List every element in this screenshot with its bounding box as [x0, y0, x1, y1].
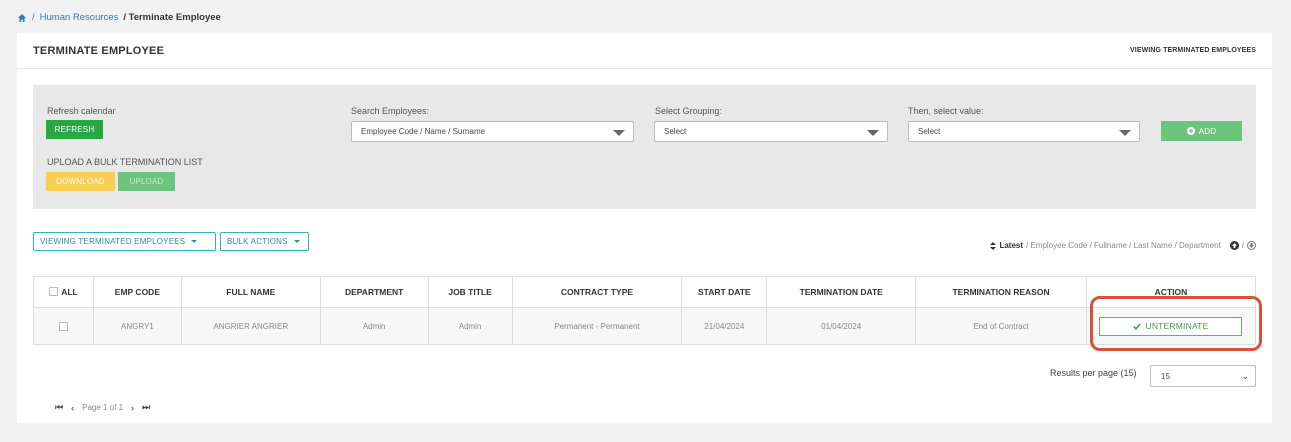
value-select[interactable]: Select — [908, 121, 1140, 142]
header-all[interactable]: ALL — [33, 276, 94, 308]
caret-down-icon — [613, 130, 625, 136]
header-start-date: START DATE — [681, 276, 768, 308]
bulk-actions-label: BULK ACTIONS — [227, 237, 288, 246]
grouping-select[interactable]: Select — [654, 121, 888, 142]
pagination: ⏮ ‹ Page 1 of 1 › ⏭ — [55, 402, 150, 413]
breadcrumb-current: / Terminate Employee — [123, 12, 221, 23]
filter-panel: Refresh calendar REFRESH UPLOAD A BULK T… — [33, 85, 1256, 209]
download-button[interactable]: DOWNLOAD — [46, 172, 115, 191]
header-full-name: FULL NAME — [180, 276, 321, 308]
breadcrumb: / Human Resources / Terminate Employee — [17, 12, 221, 23]
terminate-employee-card: TERMINATE EMPLOYEE VIEWING TERMINATED EM… — [17, 33, 1272, 423]
plus-circle-icon — [1186, 127, 1195, 135]
view-dropdown[interactable]: VIEWING TERMINATED EMPLOYEES — [33, 232, 216, 251]
upload-button[interactable]: UPLOAD — [118, 172, 175, 191]
cell-emp-code: ANGRY1 — [92, 307, 182, 345]
sort-icon — [990, 241, 997, 250]
results-per-page-value: 15 — [1161, 371, 1170, 381]
next-page-icon[interactable]: › — [131, 403, 134, 413]
cell-contract-type: Permanent - Permanent — [511, 307, 683, 345]
upload-bulk-label: UPLOAD A BULK TERMINATION LIST — [47, 157, 203, 167]
card-header: TERMINATE EMPLOYEE VIEWING TERMINATED EM… — [17, 33, 1272, 69]
cell-termination-date: 01/04/2024 — [766, 307, 917, 345]
caret-down-icon — [191, 240, 198, 243]
select-value-label: Then, select value: — [908, 106, 984, 116]
results-per-page-select[interactable]: 15 ⌄ — [1150, 365, 1256, 387]
select-grouping-label: Select Grouping: — [655, 106, 723, 116]
caret-down-icon — [867, 130, 879, 136]
view-subtitle: VIEWING TERMINATED EMPLOYEES — [1130, 47, 1256, 54]
row-checkbox[interactable] — [58, 321, 68, 331]
select-all-checkbox[interactable] — [49, 287, 59, 296]
results-per-page-label: Results per page (15) — [1050, 368, 1137, 378]
header-job-title: JOB TITLE — [427, 276, 513, 308]
header-contract-type: CONTRACT TYPE — [511, 276, 683, 308]
row-checkbox-cell — [33, 307, 94, 345]
last-page-icon[interactable]: ⏭ — [142, 402, 150, 413]
bulk-actions-dropdown[interactable]: BULK ACTIONS — [220, 232, 309, 251]
chevron-down-icon: ⌄ — [1241, 371, 1249, 381]
refresh-calendar-label: Refresh calendar — [47, 106, 116, 116]
cell-termination-reason: End of Contract — [915, 307, 1087, 345]
page-title: TERMINATE EMPLOYEE — [33, 44, 165, 57]
breadcrumb-separator: / — [32, 12, 35, 23]
terminated-employees-table: ALL EMP CODE FULL NAME DEPARTMENT JOB TI… — [33, 276, 1257, 345]
sort-direction-separator: / — [1241, 241, 1244, 250]
cell-job-title: Admin — [427, 307, 513, 345]
header-termination-reason: TERMINATION REASON — [915, 276, 1087, 308]
cell-start-date: 21/04/2024 — [681, 307, 768, 345]
header-department: DEPARTMENT — [319, 276, 429, 308]
caret-down-icon — [293, 240, 300, 243]
home-icon[interactable] — [17, 13, 27, 23]
search-employees-value: Employee Code / Name / Surname — [361, 127, 486, 136]
sort-bar: Latest / Employee Code / Fullname / Last… — [990, 241, 1256, 250]
sort-options[interactable]: / Employee Code / Fullname / Last Name /… — [1026, 241, 1221, 250]
search-employees-select[interactable]: Employee Code / Name / Surname — [351, 121, 634, 142]
cell-department: Admin — [319, 307, 429, 345]
add-button-label: ADD — [1198, 126, 1217, 136]
first-page-icon[interactable]: ⏮ — [55, 402, 63, 413]
arrow-up-circle-icon[interactable] — [1229, 241, 1239, 250]
refresh-button[interactable]: REFRESH — [46, 120, 103, 139]
previous-page-icon[interactable]: ‹ — [71, 403, 74, 413]
search-employees-label: Search Employees: — [351, 106, 430, 116]
breadcrumb-human-resources[interactable]: Human Resources — [40, 12, 119, 23]
table-row: ANGRY1 ANGRIER ANGRIER Admin Admin Perma… — [33, 307, 1257, 345]
add-button[interactable]: ADD — [1161, 121, 1242, 141]
table-header-row: ALL EMP CODE FULL NAME DEPARTMENT JOB TI… — [33, 276, 1257, 308]
highlight-outline — [1090, 296, 1262, 351]
caret-down-icon — [1119, 130, 1131, 136]
header-emp-code: EMP CODE — [92, 276, 182, 308]
header-termination-date: TERMINATION DATE — [766, 276, 917, 308]
value-select-value: Select — [918, 127, 941, 136]
sort-latest[interactable]: Latest — [999, 241, 1023, 250]
cell-full-name: ANGRIER ANGRIER — [180, 307, 321, 345]
grouping-value: Select — [664, 127, 687, 136]
arrow-down-circle-icon[interactable] — [1247, 241, 1256, 250]
view-dropdown-label: VIEWING TERMINATED EMPLOYEES — [40, 237, 186, 246]
page-indicator: Page 1 of 1 — [82, 403, 124, 412]
